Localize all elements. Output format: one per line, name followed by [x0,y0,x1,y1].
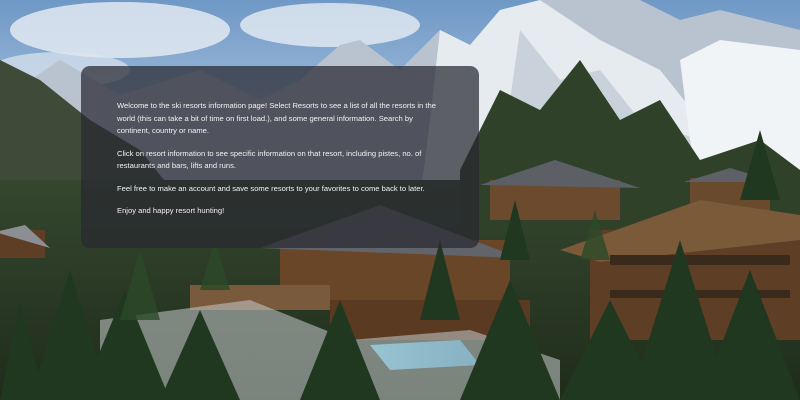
info-panel: Welcome to the ski resorts information p… [81,66,479,248]
intro-paragraph-resort-info: Click on resort information to see speci… [117,148,422,171]
intro-paragraph-account: Feel free to make an account and save so… [117,183,425,193]
page: Welcome to the ski resorts information p… [0,0,800,400]
intro-paragraph-welcome: Welcome to the ski resorts information p… [117,101,436,135]
intro-paragraph-closing: Enjoy and happy resort hunting! [117,206,225,215]
